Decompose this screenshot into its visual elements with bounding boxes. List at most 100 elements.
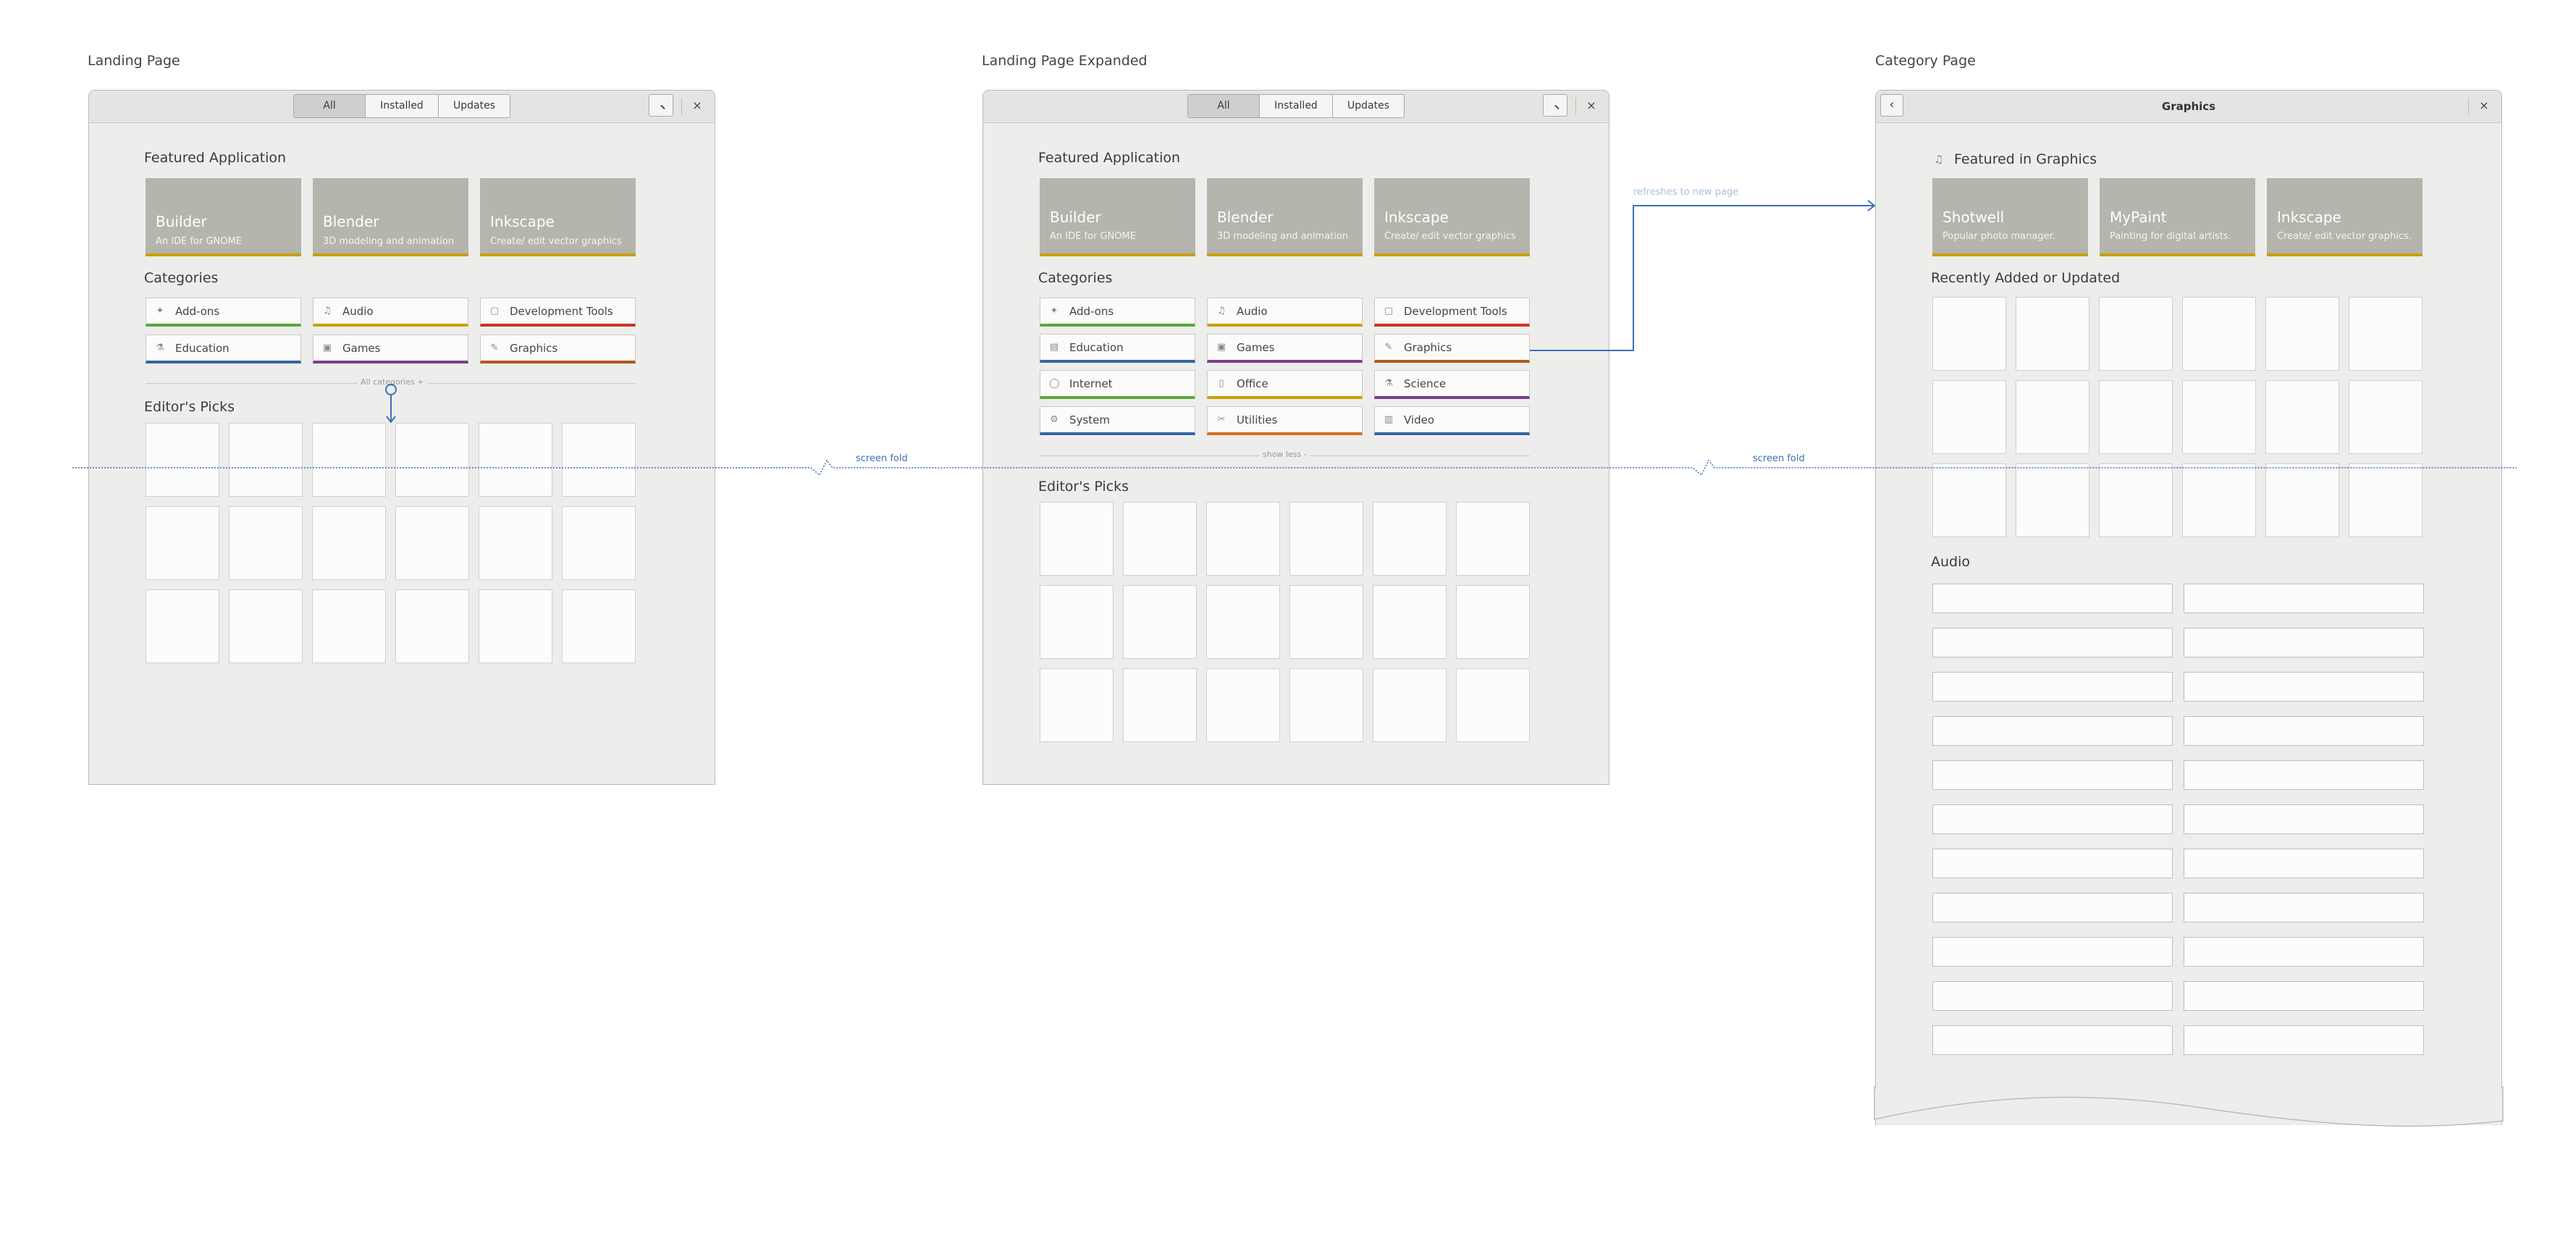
category-education[interactable]: ⚗ Education bbox=[146, 335, 301, 363]
list-item[interactable] bbox=[2184, 760, 2424, 790]
category-video[interactable]: ▥ Video bbox=[1374, 406, 1530, 435]
category-add-ons[interactable]: ✦ Add-ons bbox=[1040, 298, 1195, 327]
app-placeholder[interactable] bbox=[562, 506, 636, 580]
app-placeholder[interactable] bbox=[229, 589, 303, 663]
featured-tile-mypaint[interactable]: MyPaint Painting for digital artists. bbox=[2100, 178, 2255, 256]
list-item[interactable] bbox=[1932, 849, 2173, 878]
list-item[interactable] bbox=[2184, 937, 2424, 967]
app-placeholder[interactable] bbox=[1456, 668, 1530, 742]
app-placeholder[interactable] bbox=[1289, 668, 1363, 742]
app-placeholder[interactable] bbox=[1206, 668, 1280, 742]
app-placeholder[interactable] bbox=[1373, 585, 1447, 659]
app-placeholder[interactable] bbox=[312, 506, 386, 580]
app-placeholder[interactable] bbox=[395, 506, 469, 580]
app-placeholder[interactable] bbox=[1373, 668, 1447, 742]
app-placeholder[interactable] bbox=[2265, 380, 2339, 454]
app-placeholder[interactable] bbox=[562, 589, 636, 663]
category-system[interactable]: ⚙ System bbox=[1040, 406, 1195, 435]
category-audio[interactable]: ♫ Audio bbox=[313, 298, 468, 327]
featured-tile-inkscape[interactable]: Inkscape Create/ edit vector graphics bbox=[480, 178, 636, 256]
app-placeholder[interactable] bbox=[1289, 502, 1363, 576]
category-development-tools[interactable]: ▢ Development Tools bbox=[480, 298, 636, 327]
category-internet[interactable]: ◯ Internet bbox=[1040, 370, 1195, 399]
list-item[interactable] bbox=[2184, 893, 2424, 922]
app-placeholder[interactable] bbox=[2182, 297, 2256, 371]
app-placeholder[interactable] bbox=[312, 589, 386, 663]
app-placeholder[interactable] bbox=[229, 506, 303, 580]
category-audio[interactable]: ♫ Audio bbox=[1207, 298, 1363, 327]
app-placeholder[interactable] bbox=[1932, 297, 2006, 371]
close-button[interactable]: × bbox=[690, 98, 704, 114]
category-add-ons[interactable]: ✦ Add-ons bbox=[146, 298, 301, 327]
search-button[interactable] bbox=[649, 94, 673, 117]
app-placeholder[interactable] bbox=[1123, 585, 1197, 659]
close-button[interactable]: × bbox=[2477, 98, 2491, 114]
category-games[interactable]: ▣ Games bbox=[313, 335, 468, 363]
app-placeholder[interactable] bbox=[1206, 585, 1280, 659]
list-item[interactable] bbox=[2184, 672, 2424, 702]
list-item[interactable] bbox=[2184, 849, 2424, 878]
list-item[interactable] bbox=[1932, 981, 2173, 1011]
list-item[interactable] bbox=[2184, 584, 2424, 613]
list-item[interactable] bbox=[1932, 628, 2173, 657]
app-placeholder[interactable] bbox=[146, 506, 219, 580]
category-utilities[interactable]: ✂ Utilities bbox=[1207, 406, 1363, 435]
list-item[interactable] bbox=[1932, 584, 2173, 613]
app-placeholder[interactable] bbox=[1040, 502, 1114, 576]
tab-updates[interactable]: Updates bbox=[439, 95, 510, 117]
list-item[interactable] bbox=[2184, 628, 2424, 657]
list-item[interactable] bbox=[1932, 716, 2173, 746]
app-placeholder[interactable] bbox=[2182, 380, 2256, 454]
app-placeholder[interactable] bbox=[395, 589, 469, 663]
list-item[interactable] bbox=[1932, 672, 2173, 702]
category-office[interactable]: ▯ Office bbox=[1207, 370, 1363, 399]
category-graphics[interactable]: ✎ Graphics bbox=[480, 335, 636, 363]
app-placeholder[interactable] bbox=[2016, 380, 2089, 454]
list-item[interactable] bbox=[2184, 981, 2424, 1011]
tab-all[interactable]: All bbox=[294, 95, 366, 117]
close-button[interactable]: × bbox=[1584, 98, 1599, 114]
app-placeholder[interactable] bbox=[2265, 297, 2339, 371]
app-placeholder[interactable] bbox=[1932, 380, 2006, 454]
app-placeholder[interactable] bbox=[1206, 502, 1280, 576]
list-item[interactable] bbox=[2184, 716, 2424, 746]
list-item[interactable] bbox=[2184, 1025, 2424, 1055]
search-button[interactable] bbox=[1543, 94, 1567, 117]
app-placeholder[interactable] bbox=[1123, 502, 1197, 576]
category-development-tools[interactable]: ▢ Development Tools bbox=[1374, 298, 1530, 327]
app-placeholder[interactable] bbox=[479, 589, 552, 663]
featured-tile-inkscape[interactable]: Inkscape Create/ edit vector graphics bbox=[1374, 178, 1530, 256]
tab-updates[interactable]: Updates bbox=[1333, 95, 1404, 117]
app-placeholder[interactable] bbox=[2016, 297, 2089, 371]
tab-all[interactable]: All bbox=[1188, 95, 1260, 117]
app-placeholder[interactable] bbox=[1040, 585, 1114, 659]
list-item[interactable] bbox=[2184, 804, 2424, 834]
app-placeholder[interactable] bbox=[2099, 297, 2173, 371]
app-placeholder[interactable] bbox=[1373, 502, 1447, 576]
app-placeholder[interactable] bbox=[146, 589, 219, 663]
app-placeholder[interactable] bbox=[1456, 502, 1530, 576]
category-games[interactable]: ▣ Games bbox=[1207, 334, 1363, 363]
tab-installed[interactable]: Installed bbox=[1260, 95, 1333, 117]
app-placeholder[interactable] bbox=[1456, 585, 1530, 659]
app-placeholder[interactable] bbox=[2349, 380, 2423, 454]
list-item[interactable] bbox=[1932, 937, 2173, 967]
app-placeholder[interactable] bbox=[2099, 380, 2173, 454]
category-education[interactable]: ▤ Education bbox=[1040, 334, 1195, 363]
featured-tile-shotwell[interactable]: Shotwell Popular photo manager. bbox=[1932, 178, 2088, 256]
featured-tile-inkscape[interactable]: Inkscape Create/ edit vector graphics. bbox=[2267, 178, 2423, 256]
app-placeholder[interactable] bbox=[2349, 297, 2423, 371]
list-item[interactable] bbox=[1932, 1025, 2173, 1055]
list-item[interactable] bbox=[1932, 893, 2173, 922]
category-science[interactable]: ⚗ Science bbox=[1374, 370, 1530, 399]
featured-tile-builder[interactable]: Builder An IDE for GNOME bbox=[146, 178, 301, 256]
featured-tile-blender[interactable]: Blender 3D modeling and animation bbox=[1207, 178, 1363, 256]
featured-tile-builder[interactable]: Builder An IDE for GNOME bbox=[1040, 178, 1195, 256]
app-placeholder[interactable] bbox=[1289, 585, 1363, 659]
category-graphics[interactable]: ✎ Graphics bbox=[1374, 334, 1530, 363]
featured-tile-blender[interactable]: Blender 3D modeling and animation bbox=[313, 178, 468, 256]
tab-installed[interactable]: Installed bbox=[366, 95, 439, 117]
app-placeholder[interactable] bbox=[1040, 668, 1114, 742]
app-placeholder[interactable] bbox=[479, 506, 552, 580]
list-item[interactable] bbox=[1932, 760, 2173, 790]
